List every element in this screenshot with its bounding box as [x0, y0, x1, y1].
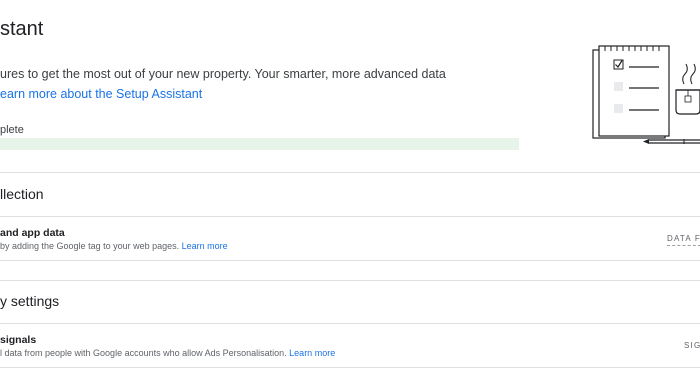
learn-more-link[interactable]: Learn more	[182, 241, 228, 251]
row-title-web-and-app-data: and app data	[0, 227, 65, 239]
section-title-property-settings: y settings	[0, 293, 60, 309]
data-streams-button[interactable]: DATA F	[667, 234, 700, 246]
learn-more-link[interactable]: Learn more	[289, 348, 335, 358]
section-title-data-collection: llection	[0, 186, 44, 202]
row-description-text: by adding the Google tag to your web pag…	[0, 241, 182, 251]
divider	[0, 367, 700, 368]
progress-label: plete	[0, 124, 24, 136]
checklist-illustration-icon	[592, 45, 700, 144]
divider	[0, 260, 700, 261]
divider	[0, 280, 700, 281]
divider	[0, 323, 700, 324]
page-subtitle: ures to get the most out of your new pro…	[0, 67, 446, 81]
row-description-google-signals: l data from people with Google accounts …	[0, 348, 335, 358]
divider	[0, 172, 700, 173]
divider	[0, 216, 700, 217]
learn-more-setup-assistant-link[interactable]: earn more about the Setup Assistant	[0, 87, 202, 101]
setup-assistant-page: stant ures to get the most out of your n…	[0, 0, 700, 372]
page-title: stant	[0, 18, 44, 40]
progress-bar	[0, 138, 519, 150]
signals-button[interactable]: SIG	[684, 341, 700, 352]
row-title-google-signals: signals	[0, 334, 37, 346]
row-description-web-and-app-data: by adding the Google tag to your web pag…	[0, 241, 228, 251]
row-description-text: l data from people with Google accounts …	[0, 348, 290, 358]
